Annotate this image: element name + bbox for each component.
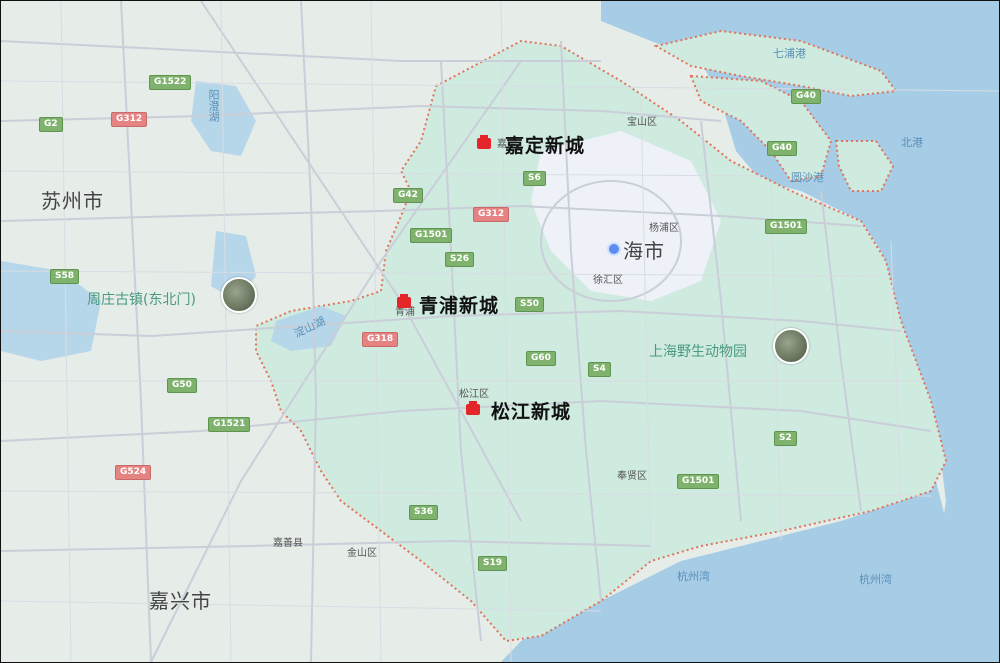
highway-shield: G524 xyxy=(115,465,152,480)
district-label-baoshan: 宝山区 xyxy=(627,117,657,128)
map-canvas[interactable]: 苏州市 海市 嘉兴市 宝山区 杨浦区 徐汇区 松江区 奉贤区 金山区 嘉善县 嘉… xyxy=(0,0,1000,663)
highway-shield: G42 xyxy=(393,188,423,203)
highway-shield: S19 xyxy=(478,556,508,571)
city-label-jiaxing: 嘉兴市 xyxy=(149,589,212,613)
city-label-shanghai: 海市 xyxy=(623,239,665,263)
water-label-qipugang: 七浦港 xyxy=(773,47,806,60)
highway-shield: G1522 xyxy=(149,75,192,90)
water-label-beigang: 北港 xyxy=(901,136,923,149)
highway-shield: S2 xyxy=(774,431,797,446)
highway-shield: S4 xyxy=(588,362,611,377)
highway-shield: G50 xyxy=(167,378,197,393)
highway-shield: S26 xyxy=(445,252,475,267)
highway-shield: G40 xyxy=(767,141,797,156)
district-label-songjiang: 松江区 xyxy=(459,389,489,400)
poi-label-zhouzhuang[interactable]: 周庄古镇(东北门) xyxy=(87,289,196,309)
water-label-hangzhou-bay-1: 杭州湾 xyxy=(677,570,710,583)
district-label-jiashan: 嘉善县 xyxy=(273,538,303,549)
wildlife-park-photo-icon[interactable] xyxy=(773,328,809,364)
highway-shield: S6 xyxy=(523,171,546,186)
highway-shield: G40 xyxy=(791,89,821,104)
zhouzhuang-photo-icon[interactable] xyxy=(221,277,257,313)
qingpu-marker-icon[interactable] xyxy=(397,294,411,308)
district-label-jinshan: 金山区 xyxy=(347,548,377,559)
highway-shield: G1501 xyxy=(677,474,720,489)
water-label-yuanshagang: 圆沙港 xyxy=(791,171,824,184)
city-label-suzhou: 苏州市 xyxy=(41,189,104,213)
new-city-label-songjiang[interactable]: 松江新城 xyxy=(491,397,571,424)
highway-shield: S58 xyxy=(50,269,80,284)
highway-shield: G60 xyxy=(526,351,556,366)
water-label-hangzhou-bay-2: 杭州湾 xyxy=(859,573,892,586)
district-label-fengxian: 奉贤区 xyxy=(617,471,647,482)
district-label-yangpu: 杨浦区 xyxy=(649,223,679,234)
highway-shield: G1501 xyxy=(765,219,808,234)
highway-shield: G312 xyxy=(473,207,510,222)
highway-shield: G312 xyxy=(111,112,148,127)
highway-shield: G1501 xyxy=(410,228,453,243)
district-label-xuhui: 徐汇区 xyxy=(593,275,623,286)
new-city-label-qingpu[interactable]: 青浦新城 xyxy=(419,291,499,318)
water-label-yangcheng-lake: 阳澄湖 xyxy=(207,89,220,122)
new-city-label-jiading[interactable]: 嘉定新城 xyxy=(505,131,585,158)
jiading-marker-icon[interactable] xyxy=(477,135,491,149)
highway-shield: G2 xyxy=(39,117,63,132)
highway-shield: G1521 xyxy=(208,417,251,432)
highway-shield: S50 xyxy=(515,297,545,312)
highway-shield: G318 xyxy=(362,332,399,347)
poi-label-wildlife-park[interactable]: 上海野生动物园 xyxy=(649,341,747,361)
songjiang-marker-icon[interactable] xyxy=(466,401,480,415)
highway-shield: S36 xyxy=(409,505,439,520)
current-location-dot[interactable] xyxy=(607,242,621,256)
